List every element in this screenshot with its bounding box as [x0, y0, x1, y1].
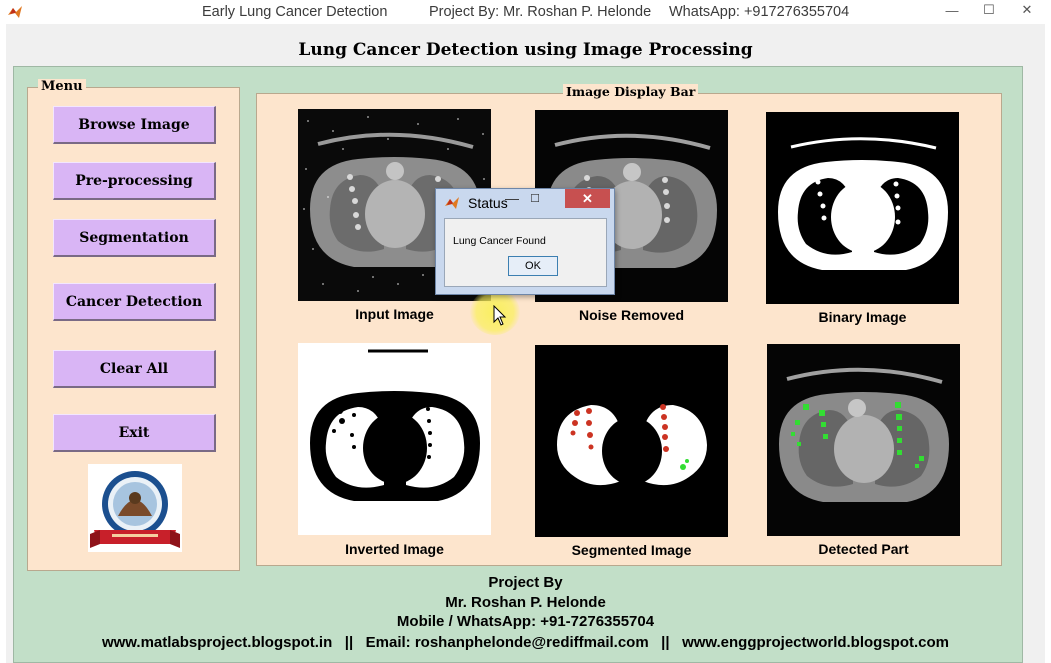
image-display-legend: Image Display Bar — [563, 84, 699, 99]
matlab-dialog-icon — [445, 197, 459, 209]
detected-part-image — [767, 344, 960, 536]
cancer-detection-button[interactable]: Cancer Detection — [53, 283, 216, 321]
exit-button[interactable]: Exit — [53, 414, 216, 452]
minimize-icon: — — [505, 190, 519, 206]
close-button[interactable]: ✕ — [1005, 0, 1049, 20]
footer-contact: Mobile / WhatsApp: +91-7276355704 — [396, 613, 655, 630]
minimize-button[interactable]: — — [938, 0, 966, 20]
segmentation-button[interactable]: Segmentation — [53, 219, 216, 257]
close-icon: ✕ — [1021, 2, 1033, 17]
clear-all-button[interactable]: Clear All — [53, 350, 216, 388]
dialog-close-button[interactable]: ✕ — [565, 189, 610, 208]
ok-button[interactable]: OK — [508, 256, 558, 276]
caption-inverted-image: Inverted Image — [345, 541, 444, 557]
maximize-icon: ☐ — [983, 2, 995, 17]
status-dialog: Status — ☐ ✕ Lung Cancer Found OK — [435, 188, 615, 295]
maximize-icon: ☐ — [530, 193, 540, 205]
caption-detected-part: Detected Part — [818, 541, 909, 557]
window-project-by: Project By: Mr. Roshan P. Helonde — [429, 4, 652, 20]
segmented-image — [535, 345, 728, 537]
page-title: Lung Cancer Detection using Image Proces… — [298, 40, 753, 60]
window-titlebar: Early Lung Cancer Detection Project By: … — [0, 0, 1051, 24]
dialog-minimize-button[interactable]: — — [501, 190, 523, 208]
close-icon: ✕ — [582, 190, 593, 206]
caption-segmented-image: Segmented Image — [571, 542, 692, 558]
matlab-app-icon — [8, 6, 22, 18]
mouse-pointer-icon — [493, 305, 507, 326]
window-title: Early Lung Cancer Detection — [202, 4, 388, 20]
maximize-button[interactable]: ☐ — [975, 0, 1003, 20]
window-whatsapp: WhatsApp: +917276355704 — [669, 4, 850, 20]
footer-author: Mr. Roshan P. Helonde — [445, 594, 606, 611]
dialog-maximize-button[interactable]: ☐ — [524, 190, 546, 208]
footer-project-by: Project By — [488, 574, 563, 591]
pre-processing-button[interactable]: Pre-processing — [53, 162, 216, 200]
project-logo — [88, 464, 182, 552]
caption-noise-removed: Noise Removed — [578, 307, 685, 323]
caption-binary-image: Binary Image — [818, 309, 907, 325]
footer-links: www.matlabsproject.blogspot.in || Email:… — [101, 634, 950, 651]
caption-input-image: Input Image — [355, 306, 434, 322]
binary-image — [766, 112, 959, 304]
browse-image-button[interactable]: Browse Image — [53, 106, 216, 144]
inverted-image — [298, 343, 491, 535]
dialog-body: Lung Cancer Found OK — [444, 218, 607, 287]
dialog-message: Lung Cancer Found — [453, 235, 546, 247]
minimize-icon: — — [945, 2, 959, 18]
menu-legend: Menu — [38, 79, 86, 94]
